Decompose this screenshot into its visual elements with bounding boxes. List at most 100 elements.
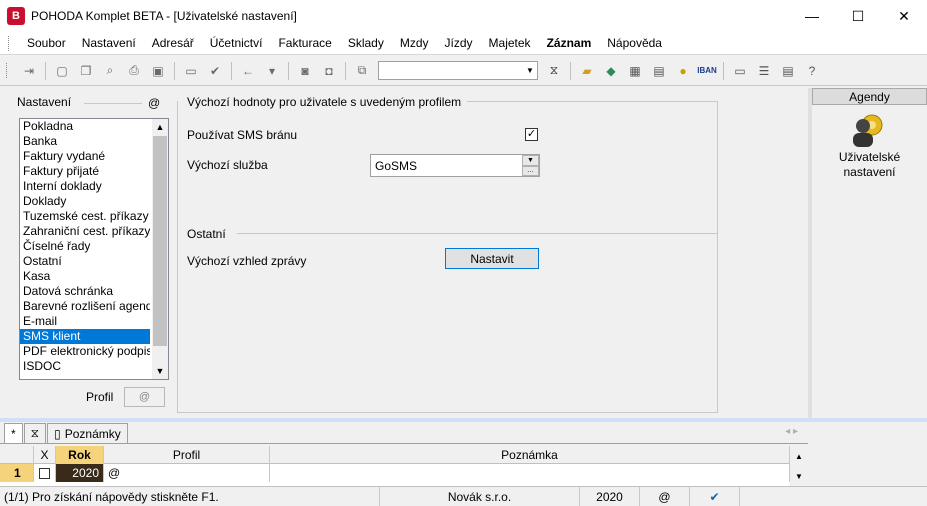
minimize-button[interactable]: — — [789, 0, 835, 32]
row-number[interactable]: 1 — [0, 464, 34, 482]
row-rok[interactable]: 2020 — [56, 464, 104, 482]
chevron-down-icon[interactable]: ▼ — [522, 155, 539, 166]
document-icon: ▯ — [54, 426, 61, 441]
menu-nastaveni[interactable]: Nastavení — [74, 32, 144, 55]
list-item[interactable]: Barevné rozlišení agend — [20, 299, 150, 314]
chevron-down-icon[interactable]: ▼ — [795, 472, 803, 481]
save-icon[interactable]: ▣ — [148, 61, 168, 81]
calculator2-icon[interactable]: ▤ — [649, 61, 669, 81]
nastavit-button[interactable]: Nastavit — [445, 248, 539, 269]
new-icon[interactable]: ▢ — [52, 61, 72, 81]
user-settings-label[interactable]: Uživatelské nastavení — [812, 150, 927, 180]
sms-settings-panel: Výchozí hodnoty pro uživatele s uvedeným… — [177, 93, 807, 413]
chevron-down-icon[interactable]: ▼ — [523, 62, 537, 79]
menu-adresar[interactable]: Adresář — [144, 32, 202, 55]
print-icon[interactable]: ⎙ — [124, 61, 144, 81]
chevron-up-icon[interactable]: ▲ — [795, 452, 803, 461]
menu-sklady[interactable]: Sklady — [340, 32, 392, 55]
filter-icon: ⧖ — [30, 426, 40, 440]
list-item[interactable]: ISDOC — [20, 359, 150, 374]
menu-majetek[interactable]: Majetek — [481, 32, 539, 55]
menu-mzdy[interactable]: Mzdy — [392, 32, 437, 55]
menu-zaznam[interactable]: Záznam — [539, 32, 600, 55]
notes-icon[interactable]: ▤ — [778, 61, 798, 81]
sms-gateway-checkbox[interactable]: ✓ — [525, 128, 538, 141]
grid-header-rok[interactable]: Rok — [56, 446, 104, 464]
card-icon[interactable]: ▭ — [730, 61, 750, 81]
toolbar-separator — [723, 61, 724, 80]
row-checkbox[interactable] — [39, 467, 50, 479]
maximize-button[interactable]: ☐ — [835, 0, 881, 32]
chevron-down-icon[interactable]: ▼ — [152, 363, 168, 379]
list-icon[interactable]: ☰ — [754, 61, 774, 81]
preview-icon[interactable]: ⌕ — [100, 61, 120, 81]
forward-icon[interactable]: ▾ — [262, 61, 282, 81]
scrollbar-thumb[interactable] — [153, 136, 167, 346]
grid-header-x[interactable]: X — [34, 446, 56, 464]
list-item[interactable]: Faktury přijaté — [20, 164, 150, 179]
default-service-combo[interactable]: GoSMS ▼ … — [370, 154, 540, 177]
list-item[interactable]: Pokladna — [20, 119, 150, 134]
list-item[interactable]: Interní doklady — [20, 179, 150, 194]
grid-scrollbar[interactable]: ▲ ▼ — [790, 446, 808, 486]
calculator-icon[interactable]: ▦ — [625, 61, 645, 81]
menu-napoveda[interactable]: Nápověda — [599, 32, 670, 55]
tab-poznamky[interactable]: ▯ Poznámky — [47, 423, 128, 443]
tab-filter[interactable]: ⧖ — [23, 423, 47, 443]
money-icon[interactable]: ◆ — [601, 61, 621, 81]
disk2-icon[interactable]: ◘ — [319, 61, 339, 81]
filter-icon[interactable]: ⧖ — [544, 61, 564, 81]
agendy-title: Agendy — [812, 88, 927, 105]
tab-all[interactable]: * — [4, 423, 23, 443]
menu-jizdy[interactable]: Jízdy — [437, 32, 481, 55]
list-item[interactable]: Číselné řady — [20, 239, 150, 254]
menu-bar: Soubor Nastavení Adresář Účetnictví Fakt… — [0, 32, 927, 55]
list-item[interactable]: Ostatní — [20, 254, 150, 269]
profil-field[interactable]: @ — [124, 387, 165, 407]
more-icon[interactable]: … — [522, 165, 539, 176]
list-item[interactable]: PDF elektronický podpis — [20, 344, 150, 359]
menu-fakturace[interactable]: Fakturace — [270, 32, 339, 55]
section-divider — [467, 101, 718, 102]
list-item[interactable]: Zahraniční cest. příkazy — [20, 224, 150, 239]
list-item[interactable]: Doklady — [20, 194, 150, 209]
table-row[interactable]: 1 2020 @ — [0, 464, 790, 482]
list-item[interactable]: Banka — [20, 134, 150, 149]
help-icon[interactable]: ? — [802, 61, 822, 81]
disk-icon[interactable]: ◙ — [295, 61, 315, 81]
toolbar-combo[interactable]: ▼ — [378, 61, 538, 80]
menu-soubor[interactable]: Soubor — [19, 32, 74, 55]
check-icon[interactable]: ✔ — [205, 61, 225, 81]
folder-icon[interactable]: ▰ — [577, 61, 597, 81]
notes-grid: X Rok Profil Poznámka 1 2020 @ ▲ ▼ — [0, 446, 808, 486]
coins-icon[interactable]: ● — [673, 61, 693, 81]
menu-ucetnictvi[interactable]: Účetnictví — [202, 32, 271, 55]
row-checkbox-cell[interactable] — [34, 464, 56, 482]
settings-list[interactable]: Pokladna Banka Faktury vydané Faktury přija… — [19, 118, 169, 380]
user-settings-icon[interactable] — [849, 113, 887, 149]
list-item[interactable]: Tuzemské cest. příkazy — [20, 209, 150, 224]
divider — [84, 103, 142, 104]
list-item[interactable]: Datová schránka — [20, 284, 150, 299]
delete-icon[interactable]: ▭ — [181, 61, 201, 81]
copy-doc-icon[interactable]: ⧉ — [352, 61, 372, 81]
copy-icon[interactable]: ❐ — [76, 61, 96, 81]
list-item[interactable]: SMS klient — [20, 329, 150, 344]
close-button[interactable]: ✕ — [881, 0, 927, 32]
grid-header-poznamka[interactable]: Poznámka — [270, 446, 790, 464]
status-company: Novák s.r.o. — [380, 486, 580, 506]
row-poznamka[interactable] — [270, 464, 790, 482]
list-item[interactable]: Faktury vydané — [20, 149, 150, 164]
toolbar-separator — [231, 61, 232, 80]
exit-icon[interactable]: ⇥ — [19, 61, 39, 81]
list-item[interactable]: Kasa — [20, 269, 150, 284]
back-icon[interactable]: ← — [238, 61, 258, 81]
chevron-up-icon[interactable]: ▲ — [152, 119, 168, 135]
row-profil[interactable]: @ — [104, 464, 270, 482]
grid-header-profil[interactable]: Profil — [104, 446, 270, 464]
list-item[interactable]: E-mail — [20, 314, 150, 329]
iban-icon[interactable]: IBAN — [697, 61, 717, 81]
toolbar-separator — [45, 61, 46, 80]
tab-scroll-arrows[interactable]: ◂ ▸ — [785, 426, 798, 437]
list-scrollbar[interactable]: ▲ ▼ — [152, 119, 168, 379]
